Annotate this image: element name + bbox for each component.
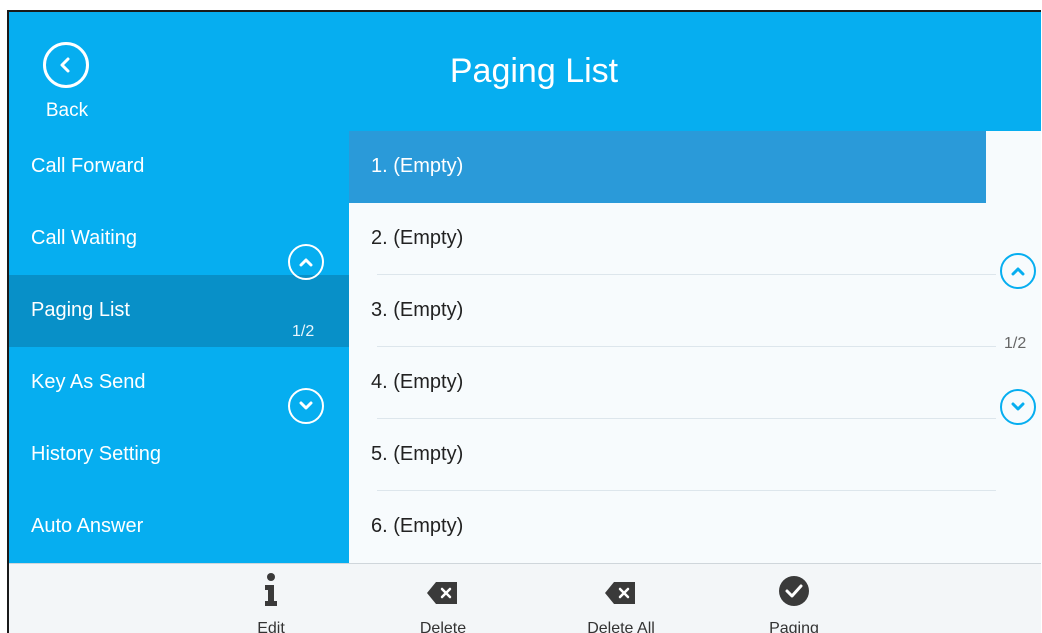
- sidebar: Call Forward Call Waiting Paging List Ke…: [9, 131, 349, 563]
- sidebar-scroll-up-button[interactable]: [288, 244, 324, 280]
- header-bar: Back Paging List: [9, 12, 1041, 131]
- chevron-up-icon: [1011, 267, 1025, 276]
- edit-button[interactable]: Edit: [216, 564, 326, 633]
- softkey-bar: Edit Delete Delete All Paging: [9, 563, 1041, 633]
- sidebar-item-label: Key As Send: [31, 371, 146, 393]
- back-label: Back: [45, 100, 89, 121]
- sidebar-item-auto-answer[interactable]: Auto Answer: [9, 491, 349, 563]
- list-item[interactable]: 6. (Empty): [349, 491, 986, 563]
- list-page-indicator: 1/2: [1004, 335, 1027, 352]
- sidebar-item-history-setting[interactable]: History Setting: [9, 419, 349, 491]
- edit-label: Edit: [257, 620, 285, 633]
- sidebar-item-call-forward[interactable]: Call Forward: [9, 131, 349, 203]
- list-item-label: 1. (Empty): [371, 155, 464, 177]
- list-item-label: 4. (Empty): [371, 371, 464, 393]
- sidebar-item-label: Auto Answer: [31, 515, 144, 537]
- backspace-icon: [566, 572, 676, 608]
- paging-list: 1. (Empty) 2. (Empty) 3. (Empty) 4. (Emp…: [349, 131, 1041, 563]
- list-scroll-up-button[interactable]: [1000, 253, 1036, 289]
- delete-label: Delete: [419, 620, 467, 633]
- list-item[interactable]: 2. (Empty): [349, 203, 996, 275]
- delete-button[interactable]: Delete: [388, 564, 498, 633]
- backspace-icon: [388, 572, 498, 608]
- delete-all-button[interactable]: Delete All: [566, 564, 676, 633]
- list-item[interactable]: 1. (Empty): [349, 131, 986, 203]
- list-item-label: 6. (Empty): [371, 515, 464, 537]
- list-item-label: 3. (Empty): [371, 299, 464, 321]
- sidebar-item-label: Call Forward: [31, 155, 145, 177]
- sidebar-item-label: Paging List: [31, 299, 130, 321]
- list-item-label: 5. (Empty): [371, 443, 464, 465]
- page-title: Paging List: [449, 52, 619, 90]
- paging-button[interactable]: Paging: [739, 564, 849, 633]
- chevron-down-icon: [299, 401, 313, 410]
- sidebar-page-indicator: 1/2: [292, 323, 315, 340]
- list-item[interactable]: 4. (Empty): [349, 347, 996, 419]
- list-item-label: 2. (Empty): [371, 227, 464, 249]
- list-item[interactable]: 3. (Empty): [349, 275, 996, 347]
- chevron-up-icon: [299, 258, 313, 267]
- sidebar-item-label: History Setting: [31, 443, 162, 465]
- paging-label: Paging: [769, 620, 819, 633]
- list-scroll-down-button[interactable]: [1000, 389, 1036, 425]
- delete-all-label: Delete All: [587, 620, 655, 633]
- info-icon: [216, 572, 326, 608]
- list-item[interactable]: 5. (Empty): [349, 419, 996, 491]
- check-circle-icon: [739, 572, 849, 608]
- phone-screen: Back Paging List Call Forward Call Waiti…: [7, 10, 1041, 633]
- sidebar-scroll-down-button[interactable]: [288, 388, 324, 424]
- sidebar-item-label: Call Waiting: [31, 227, 137, 249]
- chevron-down-icon: [1011, 402, 1025, 411]
